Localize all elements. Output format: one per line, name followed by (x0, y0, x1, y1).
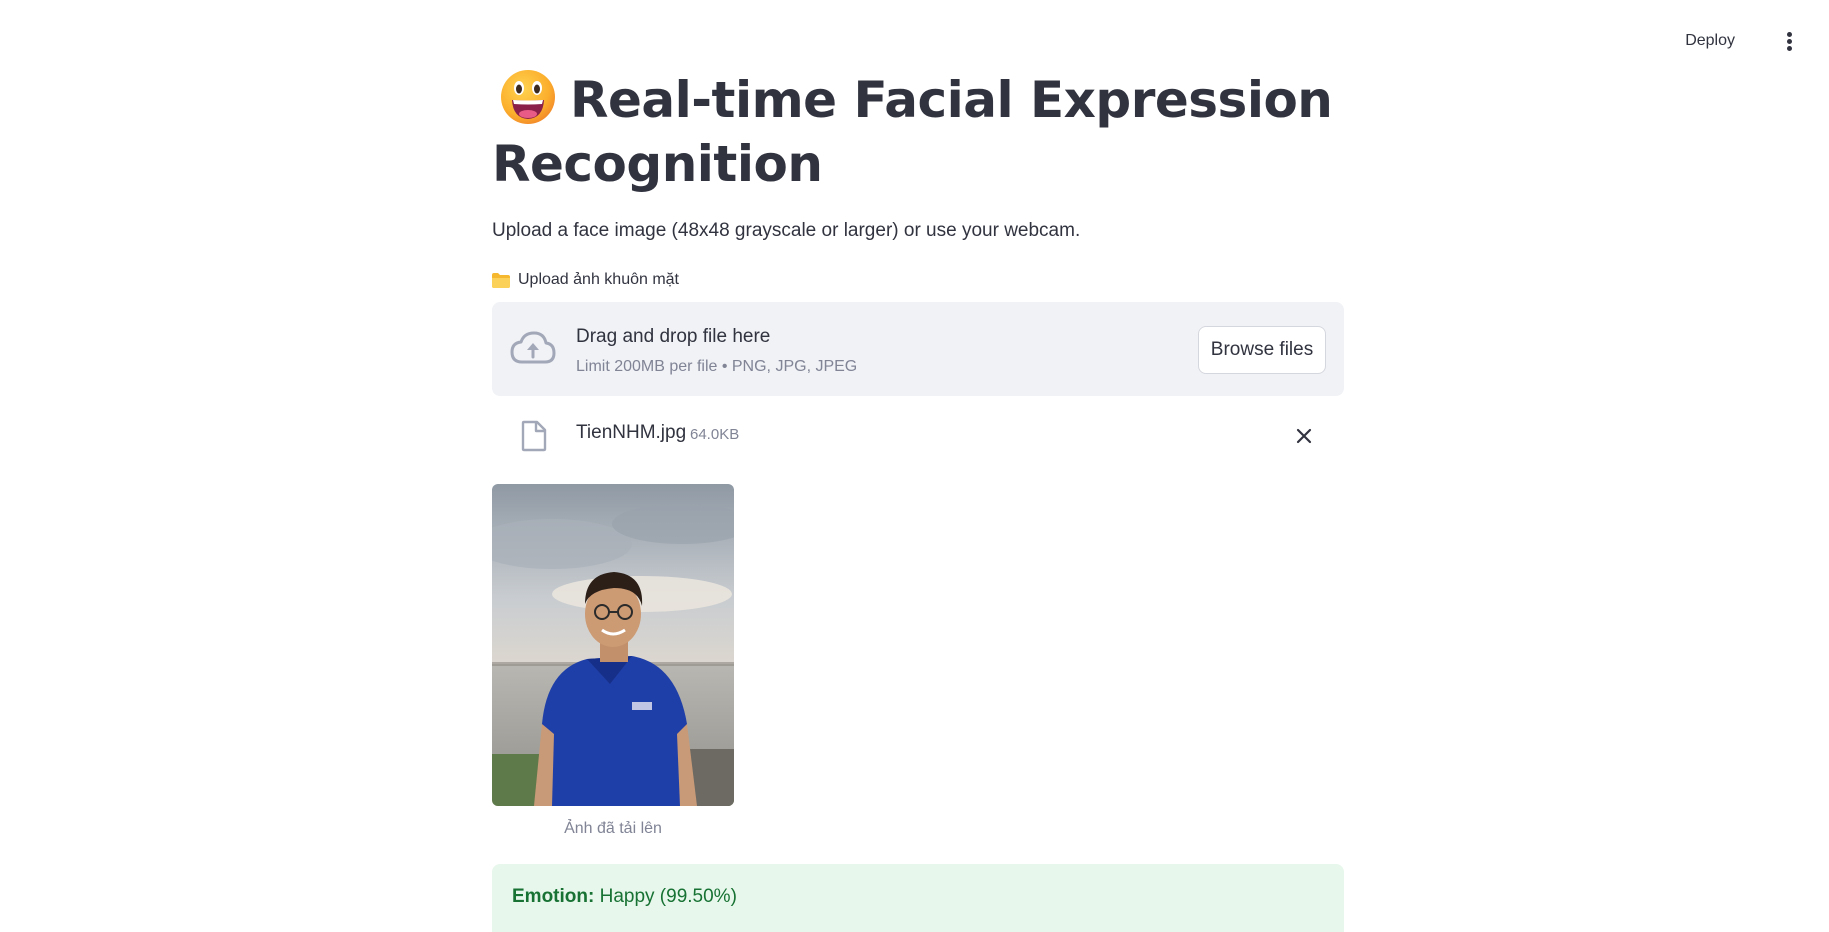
cloud-upload-icon (510, 331, 556, 364)
file-name: TienNHM.jpg (576, 422, 687, 443)
file-size: 64.0KB (690, 426, 740, 443)
dropzone-title: Drag and drop file here (576, 326, 771, 347)
file-dropzone[interactable]: Drag and drop file here Limit 200MB per … (492, 302, 1344, 396)
file-icon (521, 420, 547, 452)
page-title: Real-time Facial Expression Recognition (492, 68, 1344, 196)
close-icon[interactable] (1292, 424, 1316, 448)
emotion-result-text: Emotion: Happy (99.50%) (512, 886, 737, 908)
page-title-text: Real-time Facial Expression Recognition (492, 71, 1333, 193)
folder-icon (492, 272, 510, 288)
emotion-label: Emotion: (512, 886, 595, 907)
upload-label: Upload ảnh khuôn mặt (492, 271, 679, 289)
subtitle: Upload a face image (48x48 grayscale or … (492, 220, 1081, 241)
uploaded-image (492, 484, 734, 806)
vertical-ellipsis-icon[interactable] (1777, 28, 1801, 54)
uploaded-photo-illustration (492, 484, 734, 806)
upload-label-text: Upload ảnh khuôn mặt (518, 271, 679, 288)
browse-files-button[interactable]: Browse files (1198, 326, 1326, 374)
emotion-result-alert: Emotion: Happy (99.50%) (492, 864, 1344, 932)
dropzone-limit: Limit 200MB per file • PNG, JPG, JPEG (576, 358, 858, 375)
image-caption: Ảnh đã tải lên (564, 820, 662, 837)
grinning-face-emoji-icon (501, 70, 555, 124)
emotion-value: Happy (99.50%) (599, 886, 737, 907)
deploy-button[interactable]: Deploy (1677, 28, 1743, 54)
uploaded-file-row: TienNHM.jpg 64.0KB (492, 414, 1344, 458)
